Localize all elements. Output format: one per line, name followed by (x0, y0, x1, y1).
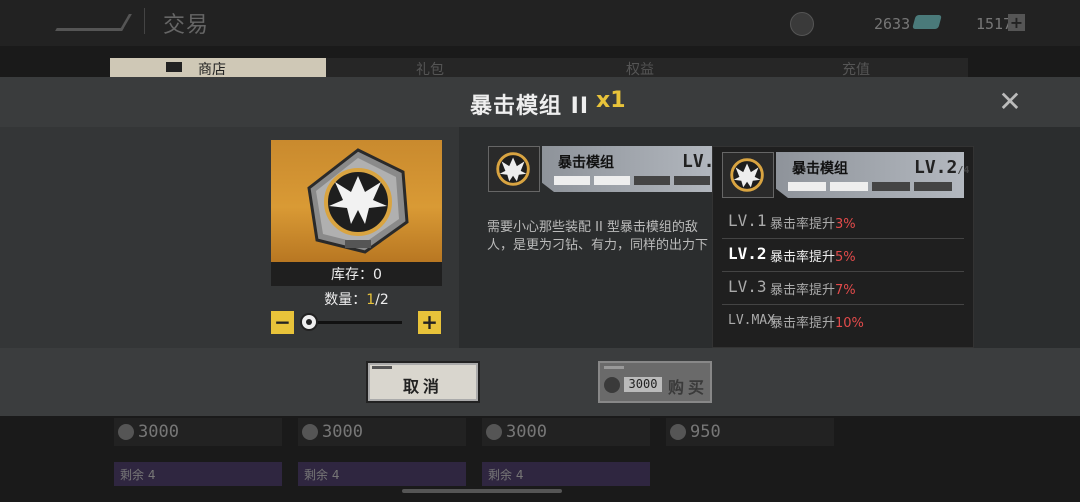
title-divider (144, 8, 145, 34)
quantity-label: 数量：1/2 (271, 289, 442, 309)
store-item-remaining: 剩余 4 (482, 462, 650, 486)
tab-shop[interactable]: 商店 (110, 58, 326, 78)
cart-icon (166, 62, 182, 72)
tab-gift[interactable]: 礼包 (326, 58, 516, 78)
store-item[interactable]: 3000 (482, 418, 650, 446)
button-corner-mark (372, 366, 392, 369)
store-item-price: 3000 (506, 422, 547, 442)
quantity-slider-thumb[interactable] (300, 313, 318, 331)
level-name: LV.1 (728, 211, 767, 230)
module-name: 暴击模组 (558, 155, 614, 171)
tab-label: 充值 (842, 62, 870, 78)
store-item-remaining: 剩余 4 (114, 462, 282, 486)
module-card: 暴击模组 LV.2/4 (488, 146, 737, 192)
button-corner-mark (604, 366, 624, 369)
level-effect: 暴击率提升10% (770, 312, 864, 331)
coin-icon (604, 377, 620, 393)
crit-module-icon (307, 148, 409, 254)
coin-icon (790, 12, 814, 36)
store-item[interactable]: 950 (666, 418, 834, 446)
page-title: 交易 (163, 13, 210, 38)
modal-footer (0, 348, 1080, 416)
tab-label: 商店 (198, 62, 226, 78)
level-name: LV.3 (728, 277, 767, 296)
level-name: LV.2 (728, 244, 767, 263)
module-name: 暴击模组 (792, 161, 848, 177)
module-level-max: /4 (957, 165, 970, 176)
coin-icon (670, 424, 686, 440)
close-button[interactable]: ✕ (996, 88, 1024, 116)
store-item[interactable]: 3000 (114, 418, 282, 446)
module-card-icon (722, 152, 774, 198)
quantity-total: /2 (375, 292, 389, 308)
buy-label: 购买 (668, 378, 709, 397)
level-effect-value: 3% (835, 217, 856, 232)
store-item-price: 950 (690, 422, 721, 442)
remaining-label: 剩余 4 (304, 468, 340, 482)
modal-quantity: x1 (596, 88, 626, 113)
buy-price: 3000 (624, 377, 662, 392)
level-effect-text: 暴击率提升 (770, 283, 836, 298)
level-effect: 暴击率提升3% (770, 213, 856, 232)
modal-title: 暴击模组 II (470, 94, 590, 119)
store-item-price: 3000 (138, 422, 179, 442)
buy-button[interactable]: 3000 购买 (598, 361, 712, 403)
back-arrow-icon (55, 14, 132, 31)
tab-permit[interactable]: 权益 (516, 58, 726, 78)
tab-bar: 商店 礼包 权益 充值 (110, 58, 968, 78)
popup-module-card: 暴击模组 LV.2/4 (722, 152, 969, 198)
level-row-1: LV.1 暴击率提升3% (722, 205, 964, 239)
module-description: 需要小心那些装配 II 型暴击模组的敌人，是更为刁钻、有力，同样的出力下能造 (487, 220, 709, 253)
cancel-button[interactable]: 取消 (366, 361, 480, 403)
back-button[interactable] (55, 10, 132, 32)
tab-label: 礼包 (416, 62, 444, 78)
decrease-quantity-button[interactable]: − (271, 311, 294, 334)
remaining-label: 剩余 4 (488, 468, 524, 482)
quantity-label-text: 数量： (324, 292, 367, 308)
level-effect-text: 暴击率提升 (770, 250, 836, 265)
level-effect: 暴击率提升7% (770, 279, 856, 298)
module-card-icon (488, 146, 540, 192)
coin-icon (302, 424, 318, 440)
level-row-max: LV.MAX 暴击率提升10% (722, 304, 964, 337)
store-item-price: 3000 (322, 422, 363, 442)
level-row-2: LV.2 暴击率提升5% (722, 238, 964, 272)
tab-label: 权益 (626, 62, 654, 78)
module-level: LV.2/4 (914, 157, 969, 178)
coin-balance: 2633 (874, 15, 911, 33)
quantity-slider[interactable] (310, 321, 402, 324)
home-indicator[interactable] (402, 489, 562, 493)
level-effect: 暴击率提升5% (770, 246, 856, 265)
level-effect-text: 暴击率提升 (770, 217, 836, 232)
quantity-current: 1 (366, 292, 376, 308)
level-row-3: LV.3 暴击率提升7% (722, 271, 964, 305)
level-effect-value: 5% (835, 250, 856, 265)
level-effect-value: 7% (835, 283, 856, 298)
level-effect-value: 10% (835, 316, 864, 331)
coin-icon (118, 424, 134, 440)
tab-recharge[interactable]: 充值 (726, 58, 968, 78)
increase-quantity-button[interactable]: + (418, 311, 441, 334)
stock-label: 库存：0 (331, 267, 382, 283)
store-item[interactable]: 3000 (298, 418, 466, 446)
add-currency-button[interactable]: + (1008, 14, 1025, 31)
cancel-label: 取消 (402, 377, 443, 396)
level-effect-text: 暴击率提升 (770, 316, 836, 331)
level-name: LV.MAX (728, 313, 775, 328)
premium-currency-icon (912, 15, 942, 29)
remaining-label: 剩余 4 (120, 468, 156, 482)
store-item-remaining: 剩余 4 (298, 462, 466, 486)
module-level-value: LV.2 (914, 157, 958, 178)
coin-icon (486, 424, 502, 440)
